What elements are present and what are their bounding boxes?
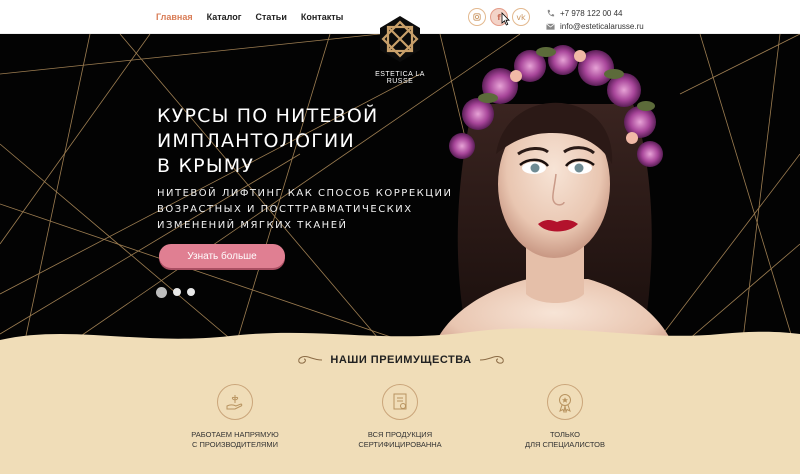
advantage-item: РАБОТАЕМ НАПРЯМУЮ С ПРОИЗВОДИТЕЛЯМИ xyxy=(170,384,300,450)
hero-subtitle: НИТЕВОЙ ЛИФТИНГ КАК СПОСОБ КОРРЕКЦИИ ВОЗ… xyxy=(157,188,453,231)
phone-number[interactable]: +7 978 122 00 44 xyxy=(560,9,623,18)
main-nav: Главная Каталог Статьи Контакты xyxy=(156,12,343,22)
advantages-list: РАБОТАЕМ НАПРЯМУЮ С ПРОИЗВОДИТЕЛЯМИ ВСЯ … xyxy=(170,384,630,450)
brand-logo[interactable]: ESTETICA LA RUSSE xyxy=(364,14,436,86)
nav-item-articles[interactable]: Статьи xyxy=(255,12,286,22)
slide-dot-3[interactable] xyxy=(187,288,195,296)
flourish-right-icon xyxy=(479,356,504,364)
email-icon xyxy=(546,23,555,30)
slide-dot-2[interactable] xyxy=(173,288,181,296)
brand-name: ESTETICA LA RUSSE xyxy=(375,71,425,85)
slider-pagination xyxy=(156,287,195,298)
slide-dot-1[interactable] xyxy=(156,287,167,298)
flourish-left-icon xyxy=(298,356,323,364)
social-links: f vk xyxy=(468,8,530,26)
nav-item-contacts[interactable]: Контакты xyxy=(301,12,343,22)
hand-plant-icon xyxy=(217,384,253,420)
hero-title: КУРСЫ ПО НИТЕВОЙ ИМПЛАНТОЛОГИИ В КРЫМУ xyxy=(157,105,379,177)
advantages-title: НАШИ ПРЕИМУЩЕСТВА xyxy=(330,354,472,366)
advantages-heading: НАШИ ПРЕИМУЩЕСТВА xyxy=(286,354,516,366)
certificate-icon xyxy=(382,384,418,420)
vk-icon[interactable]: vk xyxy=(512,8,530,26)
email-link[interactable]: info@esteticalarusse.ru xyxy=(560,22,644,31)
learn-more-button[interactable]: Узнать больше xyxy=(159,244,285,268)
hero-portrait-image xyxy=(428,45,680,364)
advantage-item: ТОЛЬКО ДЛЯ СПЕЦИАЛИСТОВ xyxy=(500,384,630,450)
contact-info: +7 978 122 00 44 info@esteticalarusse.ru xyxy=(546,8,644,32)
instagram-icon[interactable] xyxy=(468,8,486,26)
award-medal-icon xyxy=(547,384,583,420)
mouse-cursor-icon xyxy=(501,12,510,26)
nav-item-catalog[interactable]: Каталог xyxy=(207,12,242,22)
phone-icon xyxy=(547,9,555,17)
logo-emblem-icon xyxy=(380,16,420,62)
nav-item-home[interactable]: Главная xyxy=(156,12,193,22)
advantage-item: ВСЯ ПРОДУКЦИЯ СЕРТИФИЦИРОВАННА xyxy=(335,384,465,450)
